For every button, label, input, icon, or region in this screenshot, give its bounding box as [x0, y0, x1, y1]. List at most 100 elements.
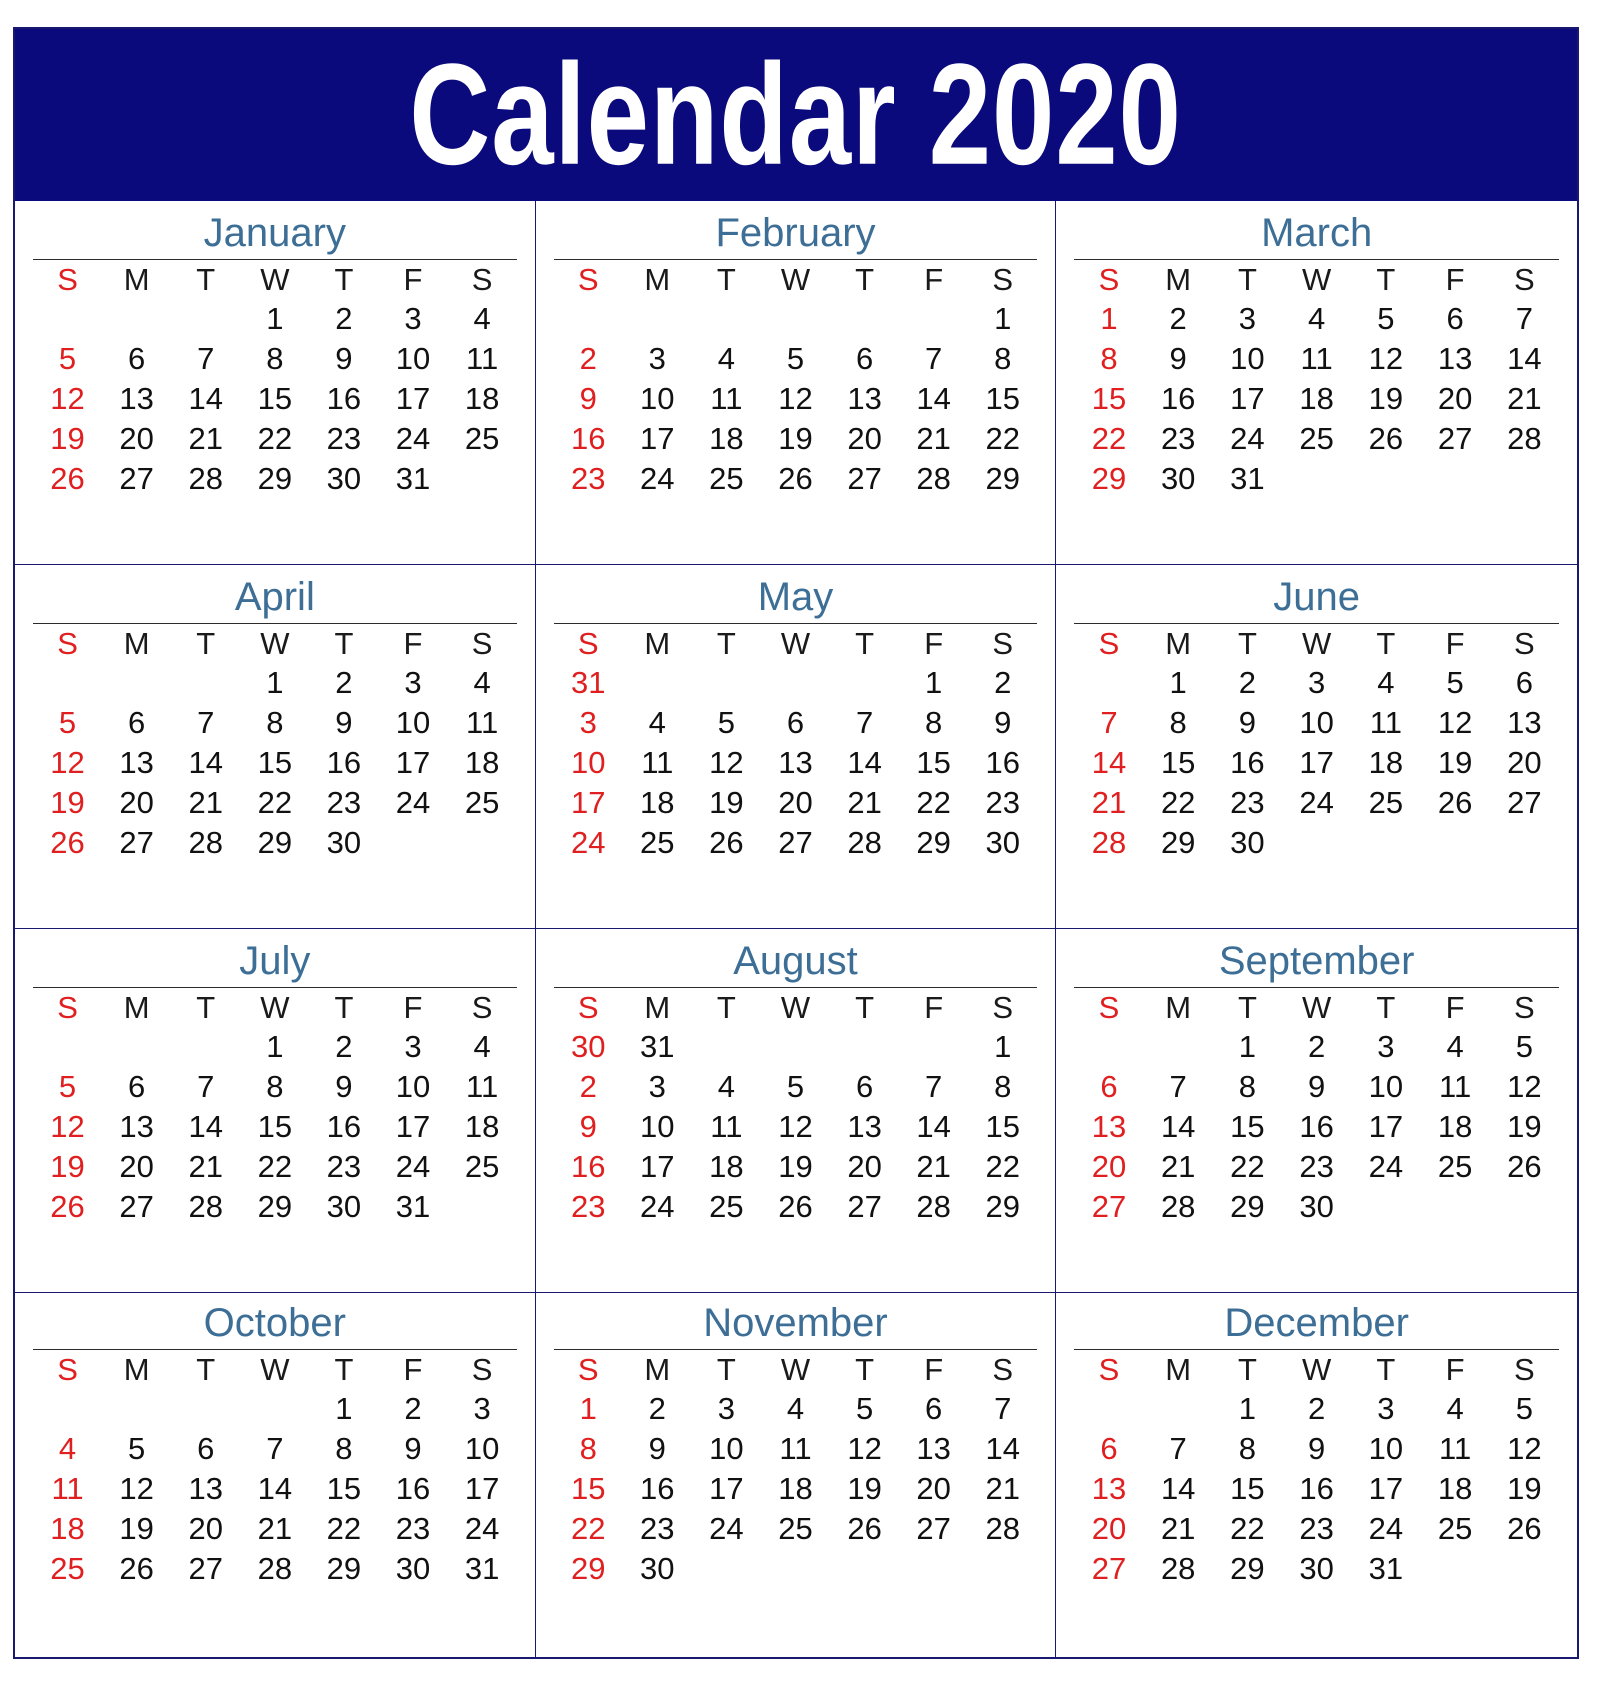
day-cell[interactable]: 12	[1490, 1067, 1559, 1107]
day-cell[interactable]: 9	[554, 379, 623, 419]
day-cell[interactable]: 21	[240, 1509, 309, 1549]
day-cell[interactable]: 2	[1213, 663, 1282, 703]
day-cell[interactable]: 9	[1282, 1429, 1351, 1469]
day-cell[interactable]: 27	[171, 1549, 240, 1589]
day-cell[interactable]: 4	[761, 1389, 830, 1429]
day-cell[interactable]: 27	[830, 459, 899, 499]
day-cell[interactable]: 13	[171, 1469, 240, 1509]
day-cell[interactable]: 5	[33, 339, 102, 379]
day-cell[interactable]: 18	[1282, 379, 1351, 419]
day-cell[interactable]: 1	[968, 299, 1037, 339]
day-cell[interactable]: 12	[692, 743, 761, 783]
day-cell[interactable]: 25	[1421, 1147, 1490, 1187]
day-cell[interactable]: 20	[830, 419, 899, 459]
day-cell[interactable]: 10	[554, 743, 623, 783]
day-cell[interactable]: 21	[1144, 1509, 1213, 1549]
day-cell[interactable]: 16	[309, 1107, 378, 1147]
day-cell[interactable]: 12	[33, 743, 102, 783]
day-cell[interactable]: 5	[761, 1067, 830, 1107]
day-cell[interactable]: 13	[830, 379, 899, 419]
day-cell[interactable]: 31	[448, 1549, 517, 1589]
day-cell[interactable]: 24	[623, 1187, 692, 1227]
day-cell[interactable]: 31	[1351, 1549, 1420, 1589]
day-cell[interactable]: 30	[554, 1027, 623, 1067]
day-cell[interactable]: 18	[761, 1469, 830, 1509]
day-cell[interactable]: 24	[1282, 783, 1351, 823]
day-cell[interactable]: 16	[1282, 1469, 1351, 1509]
day-cell[interactable]: 2	[309, 1027, 378, 1067]
day-cell[interactable]: 26	[1490, 1147, 1559, 1187]
day-cell[interactable]: 29	[554, 1549, 623, 1589]
day-cell[interactable]: 29	[1074, 459, 1143, 499]
day-cell[interactable]: 16	[309, 379, 378, 419]
day-cell[interactable]: 24	[623, 459, 692, 499]
day-cell[interactable]: 7	[899, 339, 968, 379]
day-cell[interactable]: 18	[1421, 1107, 1490, 1147]
day-cell[interactable]: 4	[1351, 663, 1420, 703]
day-cell[interactable]: 21	[899, 419, 968, 459]
day-cell[interactable]: 19	[761, 419, 830, 459]
day-cell[interactable]: 9	[309, 703, 378, 743]
day-cell[interactable]: 2	[1144, 299, 1213, 339]
day-cell[interactable]: 7	[1144, 1429, 1213, 1469]
day-cell[interactable]: 20	[171, 1509, 240, 1549]
day-cell[interactable]: 19	[1490, 1107, 1559, 1147]
day-cell[interactable]: 7	[968, 1389, 1037, 1429]
day-cell[interactable]: 2	[309, 299, 378, 339]
day-cell[interactable]: 2	[309, 663, 378, 703]
day-cell[interactable]: 13	[102, 1107, 171, 1147]
day-cell[interactable]: 9	[1144, 339, 1213, 379]
day-cell[interactable]: 20	[102, 783, 171, 823]
day-cell[interactable]: 25	[761, 1509, 830, 1549]
day-cell[interactable]: 29	[240, 459, 309, 499]
day-cell[interactable]: 26	[830, 1509, 899, 1549]
day-cell[interactable]: 30	[968, 823, 1037, 863]
day-cell[interactable]: 20	[830, 1147, 899, 1187]
day-cell[interactable]: 10	[378, 339, 447, 379]
day-cell[interactable]: 28	[968, 1509, 1037, 1549]
day-cell[interactable]: 16	[1144, 379, 1213, 419]
day-cell[interactable]: 22	[240, 1147, 309, 1187]
day-cell[interactable]: 6	[1421, 299, 1490, 339]
day-cell[interactable]: 11	[761, 1429, 830, 1469]
day-cell[interactable]: 3	[1351, 1027, 1420, 1067]
day-cell[interactable]: 26	[33, 1187, 102, 1227]
day-cell[interactable]: 17	[554, 783, 623, 823]
day-cell[interactable]: 17	[448, 1469, 517, 1509]
day-cell[interactable]: 29	[1213, 1549, 1282, 1589]
day-cell[interactable]: 25	[692, 1187, 761, 1227]
day-cell[interactable]: 3	[1213, 299, 1282, 339]
day-cell[interactable]: 7	[899, 1067, 968, 1107]
day-cell[interactable]: 5	[1351, 299, 1420, 339]
day-cell[interactable]: 12	[1421, 703, 1490, 743]
day-cell[interactable]: 30	[309, 823, 378, 863]
day-cell[interactable]: 15	[240, 1107, 309, 1147]
day-cell[interactable]: 8	[1213, 1429, 1282, 1469]
day-cell[interactable]: 10	[378, 703, 447, 743]
day-cell[interactable]: 14	[968, 1429, 1037, 1469]
day-cell[interactable]: 7	[830, 703, 899, 743]
day-cell[interactable]: 2	[623, 1389, 692, 1429]
day-cell[interactable]: 26	[1490, 1509, 1559, 1549]
day-cell[interactable]: 20	[761, 783, 830, 823]
day-cell[interactable]: 1	[309, 1389, 378, 1429]
day-cell[interactable]: 11	[1282, 339, 1351, 379]
day-cell[interactable]: 11	[1421, 1429, 1490, 1469]
day-cell[interactable]: 14	[1490, 339, 1559, 379]
day-cell[interactable]: 17	[378, 379, 447, 419]
day-cell[interactable]: 18	[33, 1509, 102, 1549]
day-cell[interactable]: 20	[1490, 743, 1559, 783]
day-cell[interactable]: 28	[830, 823, 899, 863]
day-cell[interactable]: 15	[554, 1469, 623, 1509]
day-cell[interactable]: 21	[830, 783, 899, 823]
day-cell[interactable]: 22	[899, 783, 968, 823]
day-cell[interactable]: 3	[448, 1389, 517, 1429]
day-cell[interactable]: 5	[33, 1067, 102, 1107]
day-cell[interactable]: 12	[830, 1429, 899, 1469]
day-cell[interactable]: 28	[171, 1187, 240, 1227]
day-cell[interactable]: 12	[102, 1469, 171, 1509]
day-cell[interactable]: 8	[1213, 1067, 1282, 1107]
day-cell[interactable]: 26	[692, 823, 761, 863]
day-cell[interactable]: 26	[33, 823, 102, 863]
day-cell[interactable]: 7	[171, 339, 240, 379]
